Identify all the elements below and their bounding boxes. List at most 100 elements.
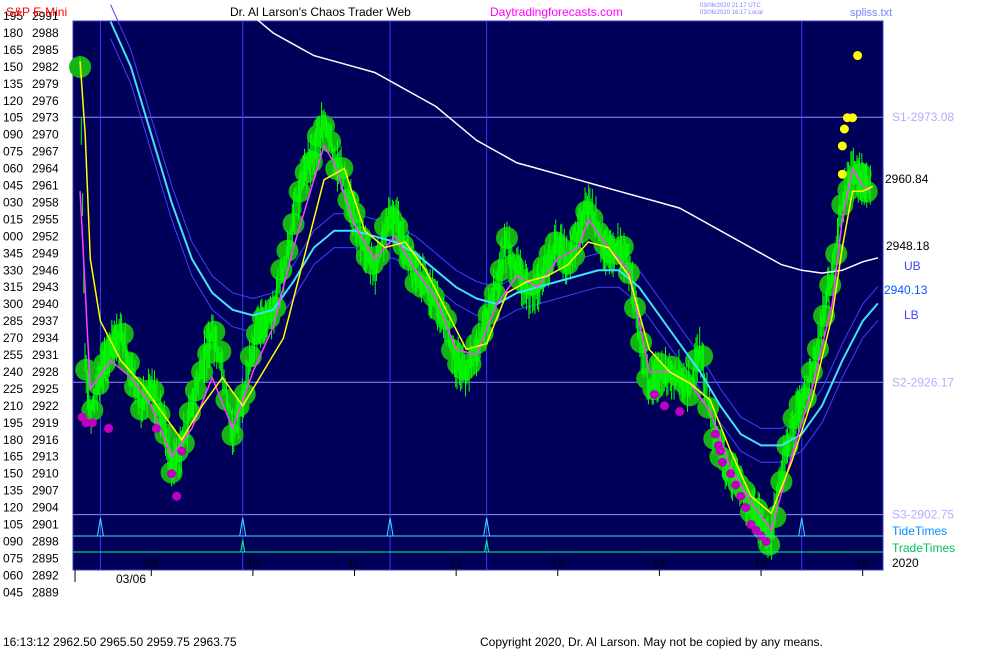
copyright: Copyright 2020, Dr. Al Larson. May not b… xyxy=(480,635,823,649)
y-angle-tick: 045 xyxy=(3,179,23,193)
magenta-dot xyxy=(659,401,669,411)
chart-svg: 195 2991180 2988165 2985150 2982135 2979120 29… xyxy=(3,3,955,599)
y-price-tick: 2913 xyxy=(32,450,59,464)
y-angle-tick: 000 xyxy=(3,229,23,243)
y-angle-tick: 270 xyxy=(3,331,23,345)
level-label-3: S3-2902.75 xyxy=(892,508,954,522)
y-angle-tick: 075 xyxy=(3,551,23,565)
magenta-dot xyxy=(167,469,177,479)
yellow-dot xyxy=(853,51,863,61)
level-label-2: S2-2926.17 xyxy=(892,375,954,389)
plot-background xyxy=(72,20,884,571)
upper-band-label: UB xyxy=(904,259,921,273)
y-price-tick: 2904 xyxy=(32,501,59,515)
y-price-tick: 2934 xyxy=(32,331,59,345)
y-price-tick: 2952 xyxy=(32,229,59,243)
magenta-dot xyxy=(731,480,741,490)
magenta-dot xyxy=(761,536,771,546)
y-angle-tick: 330 xyxy=(3,263,23,277)
y-price-tick: 2937 xyxy=(32,314,59,328)
y-angle-tick: 135 xyxy=(3,484,23,498)
header: S&P E-Mini Dr. Al Larson's Chaos Trader … xyxy=(6,3,892,19)
y-angle-tick: 135 xyxy=(3,77,23,91)
y-price-tick: 2940 xyxy=(32,297,59,311)
x-tick-label: 12 xyxy=(449,556,463,570)
y-price-tick: 2910 xyxy=(32,467,59,481)
magenta-dot xyxy=(151,423,161,433)
y-angle-tick: 120 xyxy=(3,501,23,515)
y-angle-tick: 045 xyxy=(3,585,23,599)
magenta-dot xyxy=(675,407,685,416)
magenta-dot xyxy=(710,429,720,439)
y-price-tick: 2895 xyxy=(32,551,59,565)
magenta-dot xyxy=(172,491,182,501)
y-angle-tick: 210 xyxy=(3,399,23,413)
y-angle-tick: 060 xyxy=(3,568,23,582)
magenta-dot xyxy=(87,418,97,428)
y-price-tick: 2901 xyxy=(32,518,59,532)
y-price-tick: 2976 xyxy=(32,94,59,108)
y-angle-tick: 030 xyxy=(3,195,23,209)
magenta-dot xyxy=(715,446,725,456)
y-price-tick: 2964 xyxy=(32,162,59,176)
time-utc: 03/06/2020 21:17 UTC xyxy=(700,3,761,9)
y-angle-tick: 255 xyxy=(3,348,23,362)
site-link[interactable]: Daytradingforecasts.com xyxy=(490,5,623,19)
magenta-dot xyxy=(741,503,751,513)
y-angle-tick: 345 xyxy=(3,246,23,260)
y-price-tick: 2961 xyxy=(32,179,59,193)
y-price-tick: 2985 xyxy=(32,43,59,57)
chart-labels: S1-2973.08 S2-2926.17 S3-2902.75 2960.84 294… xyxy=(884,110,955,555)
x-tick-label: 10 xyxy=(246,556,260,570)
magenta-dot xyxy=(726,469,736,479)
chart-stage: 195 2991 180 2988 165 2985 150 2982 135 2979 120 29… xyxy=(0,0,982,650)
y-angle-tick: 165 xyxy=(3,43,23,57)
yellow-dot xyxy=(839,124,849,134)
y-angle-tick: 105 xyxy=(3,518,23,532)
y-price-tick: 2907 xyxy=(32,484,59,498)
tide-times-label: TideTimes xyxy=(892,524,947,538)
x-tick-label: 15 xyxy=(754,556,768,570)
y-price-tick: 2970 xyxy=(32,128,59,142)
y-price-tick: 2973 xyxy=(32,111,59,125)
magenta-dot xyxy=(177,446,187,456)
y-angle-tick: 090 xyxy=(3,128,23,142)
y-angle-tick: 150 xyxy=(3,467,23,481)
y-angle-tick: 120 xyxy=(3,94,23,108)
white-last-value: 2948.18 xyxy=(886,239,930,253)
y-price-tick: 2943 xyxy=(32,280,59,294)
y-price-tick: 2922 xyxy=(32,399,59,413)
y-price-tick: 2931 xyxy=(32,348,59,362)
y-price-tick: 2919 xyxy=(32,416,59,430)
y-angle-tick: 180 xyxy=(3,433,23,447)
y-price-tick: 2925 xyxy=(32,382,59,396)
year-label: 2020 xyxy=(892,556,919,570)
y-angle-tick: 300 xyxy=(3,297,23,311)
y-price-tick: 2916 xyxy=(32,433,59,447)
magenta-dot xyxy=(649,390,659,400)
time-local: 03/06/2020 16:17 Local xyxy=(700,10,763,16)
y-angle-tick: 090 xyxy=(3,534,23,548)
y-price-tick: 2967 xyxy=(32,145,59,159)
magenta-dot xyxy=(104,423,114,433)
y-angle-tick: 075 xyxy=(3,145,23,159)
yellow-dot xyxy=(837,169,847,179)
author-title: Dr. Al Larson's Chaos Trader Web xyxy=(230,5,411,19)
y-angle-tick: 015 xyxy=(3,212,23,226)
magenta-dot xyxy=(717,457,727,467)
y-price-tick: 2955 xyxy=(32,212,59,226)
y-price-tick: 2958 xyxy=(32,195,59,209)
y-price-tick: 2988 xyxy=(32,26,59,40)
file-name: spliss.txt xyxy=(850,7,892,19)
y-angle-tick: 150 xyxy=(3,60,23,74)
x-tick-label: 09 xyxy=(144,556,158,570)
yellow-last-value: 2960.84 xyxy=(885,172,929,186)
y-price-tick: 2946 xyxy=(32,263,59,277)
yellow-dot xyxy=(848,113,858,123)
trade-times-label: TradeTimes xyxy=(892,541,955,555)
y-price-tick: 2898 xyxy=(32,534,59,548)
y-price-tick: 2928 xyxy=(32,365,59,379)
y-angle-tick: 315 xyxy=(3,280,23,294)
y-price-tick: 2982 xyxy=(32,60,59,74)
y-price-tick: 2892 xyxy=(32,568,59,582)
